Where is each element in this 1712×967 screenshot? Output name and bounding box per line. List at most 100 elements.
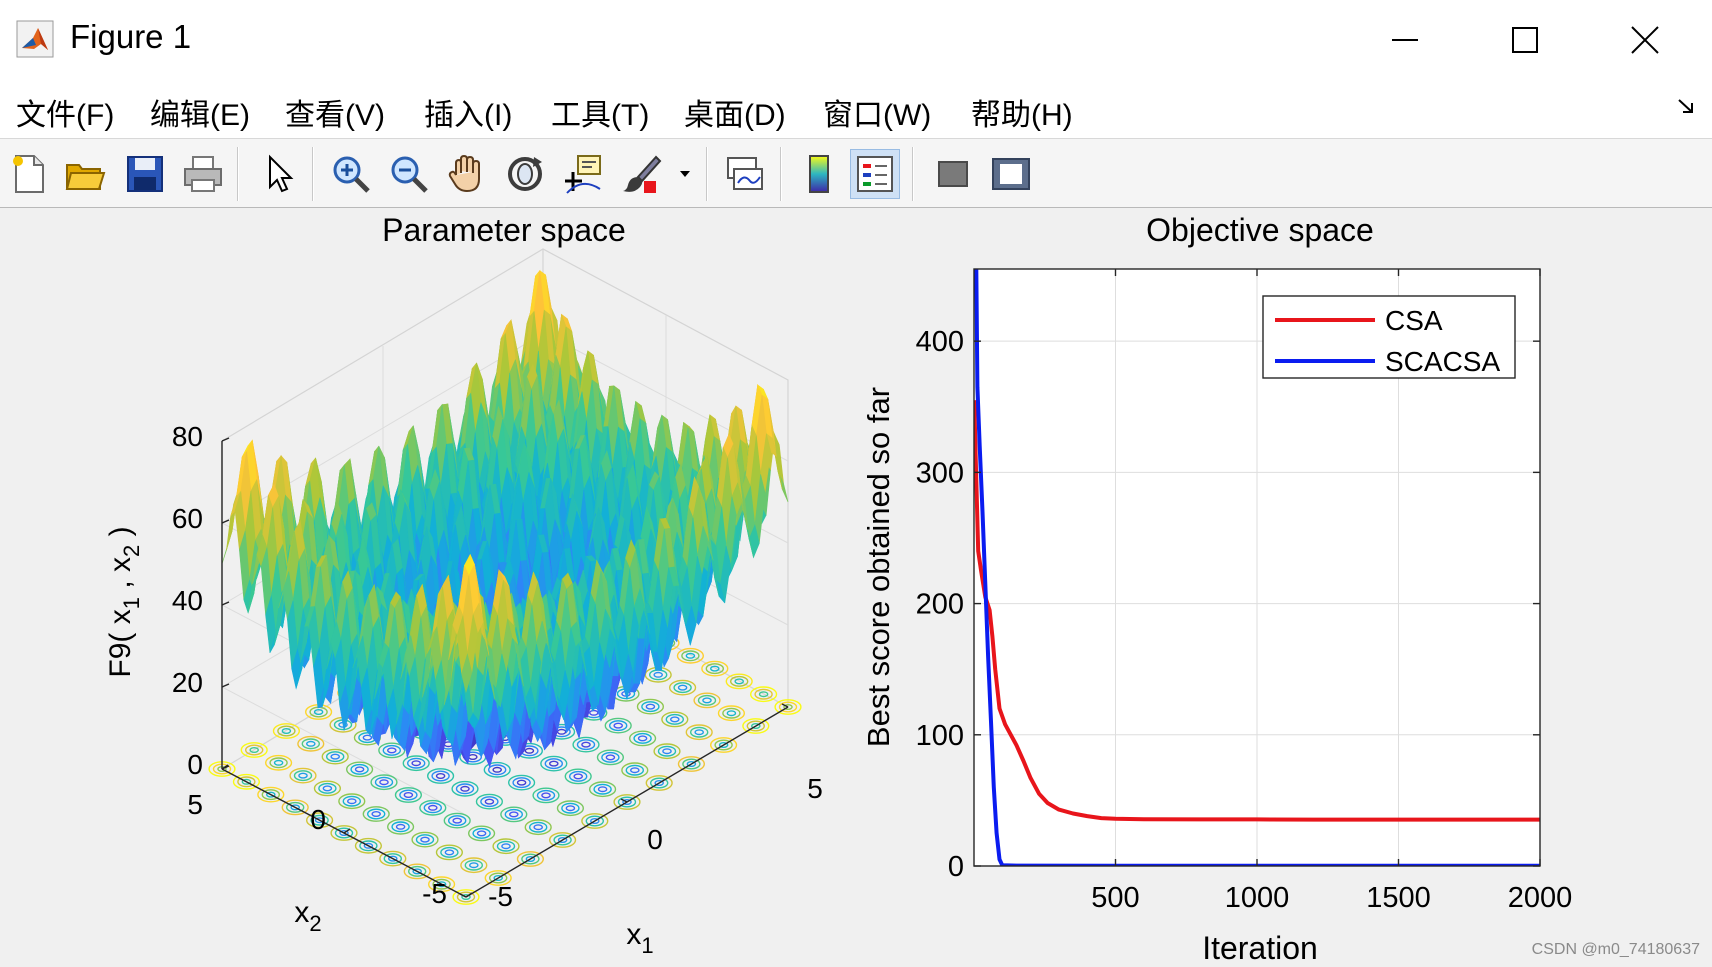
hide-plot-tools-icon — [938, 161, 968, 187]
contour-ring — [382, 744, 401, 756]
rotate-3d-icon — [508, 157, 542, 191]
insert-colorbar-button[interactable] — [794, 149, 844, 199]
select-button[interactable] — [254, 149, 304, 199]
zoom-in-button[interactable] — [326, 149, 376, 199]
menu-insert[interactable]: 插入(I) — [424, 90, 512, 134]
contour-ring — [379, 779, 389, 786]
contour-ring — [556, 728, 567, 735]
y-tick-label: 0 — [310, 804, 326, 835]
show-plot-tools-button[interactable] — [986, 149, 1036, 199]
hide-plot-tools-button[interactable] — [928, 149, 978, 199]
rotate-3d-button[interactable] — [500, 149, 550, 199]
y-tick-label: 0 — [948, 851, 964, 883]
maximize-button[interactable] — [1465, 0, 1585, 80]
surface-title: Parameter space — [382, 212, 626, 248]
insert-legend-button[interactable] — [850, 149, 900, 199]
contour-ring — [516, 779, 527, 786]
show-plot-tools-icon — [992, 158, 1030, 190]
contour-ring — [330, 753, 341, 760]
contour-ring — [536, 789, 556, 801]
contour-ring — [281, 728, 292, 735]
contour-ring — [305, 740, 316, 747]
contour-ring — [350, 763, 369, 775]
contour-ring — [367, 808, 386, 820]
figure-canvas: Parameter space 0 20 40 60 80 5 0 -5 -5 … — [0, 209, 1712, 967]
brush-dropdown-button[interactable] — [670, 149, 700, 199]
contour-ring — [504, 808, 523, 820]
contour-ring — [573, 773, 584, 780]
x-tick-label: 1500 — [1366, 882, 1431, 914]
y-tick-label: 300 — [916, 457, 964, 489]
contour-ring — [452, 817, 463, 824]
menu-help[interactable]: 帮助(H) — [971, 90, 1073, 134]
contour-ring — [362, 734, 373, 741]
z-tick-label: 60 — [172, 503, 203, 534]
contour-ring — [710, 665, 720, 672]
dock-arrow-icon[interactable] — [1676, 96, 1698, 118]
save-button[interactable] — [120, 149, 170, 199]
y-tick-label: 200 — [916, 589, 964, 621]
contour-ring — [605, 754, 616, 761]
minimize-button[interactable] — [1345, 0, 1465, 80]
contour-ring — [277, 725, 296, 737]
contour-ring — [427, 804, 438, 811]
menu-window[interactable]: 窗口(W) — [823, 90, 931, 134]
menu-edit[interactable]: 编辑(E) — [150, 90, 250, 134]
surface-plot: Parameter space 0 20 40 60 80 5 0 -5 -5 … — [104, 212, 823, 958]
x-tick-label: 2000 — [1508, 882, 1573, 914]
menu-view[interactable]: 查看(V) — [285, 90, 385, 134]
link-plot-button[interactable] — [720, 149, 770, 199]
brush-button[interactable] — [616, 149, 666, 199]
contour-ring — [423, 802, 442, 814]
contour-ring — [544, 758, 563, 770]
menu-file[interactable]: 文件(F) — [16, 90, 114, 134]
open-file-icon — [65, 164, 106, 190]
pan-button[interactable] — [442, 149, 492, 199]
y-tick-label: 100 — [916, 720, 964, 752]
open-file-button[interactable] — [60, 149, 110, 199]
zoom-in-icon — [333, 156, 370, 193]
colorbar-icon — [809, 155, 829, 193]
zoom-out-icon — [391, 156, 428, 193]
contour-ring — [529, 821, 548, 833]
toolbar-separator — [706, 147, 708, 201]
menu-desktop[interactable]: 桌面(D) — [684, 90, 786, 134]
menu-tools[interactable]: 工具(T) — [551, 90, 649, 134]
data-cursor-button[interactable] — [558, 149, 608, 199]
contour-ring — [662, 748, 672, 755]
contour-ring — [476, 830, 487, 837]
new-figure-button[interactable] — [4, 149, 54, 199]
convergence-title: Objective space — [1146, 212, 1374, 248]
close-button[interactable] — [1585, 0, 1705, 80]
contour-ring — [665, 713, 684, 725]
contour-ring — [609, 720, 628, 732]
z-tick-label: 0 — [187, 749, 203, 780]
contour-ring — [460, 785, 470, 792]
print-button[interactable] — [178, 149, 228, 199]
contour-ring — [673, 682, 692, 694]
contour-ring — [625, 764, 644, 776]
contour-ring — [641, 701, 660, 713]
legend[interactable]: CSA SCACSA — [1262, 295, 1516, 379]
convergence-plot: Objective space 500 1000 1500 2000 0 100 200 30… — [861, 212, 1572, 966]
brush-icon — [623, 155, 662, 193]
matlab-logo-icon — [16, 20, 54, 58]
convergence-ylabel: Best score obtained so far — [861, 387, 896, 747]
contour-ring — [455, 783, 475, 795]
contour-ring — [690, 726, 709, 738]
x-tick-label: 0 — [647, 824, 663, 855]
contour-ring — [435, 773, 446, 780]
contour-ring — [448, 815, 467, 827]
legend-label-scacsa: SCACSA — [1385, 346, 1500, 377]
data-cursor-icon — [565, 155, 601, 194]
toolbar-separator — [312, 147, 314, 201]
contour-ring — [480, 796, 499, 808]
select-arrow-icon — [269, 154, 294, 193]
contour-ring — [301, 738, 320, 750]
y-tick-label: 5 — [187, 789, 203, 820]
save-icon — [127, 156, 163, 192]
contour-ring — [468, 862, 479, 869]
zoom-out-button[interactable] — [384, 149, 434, 199]
contour-ring — [431, 770, 450, 782]
contour-ring — [697, 694, 717, 706]
